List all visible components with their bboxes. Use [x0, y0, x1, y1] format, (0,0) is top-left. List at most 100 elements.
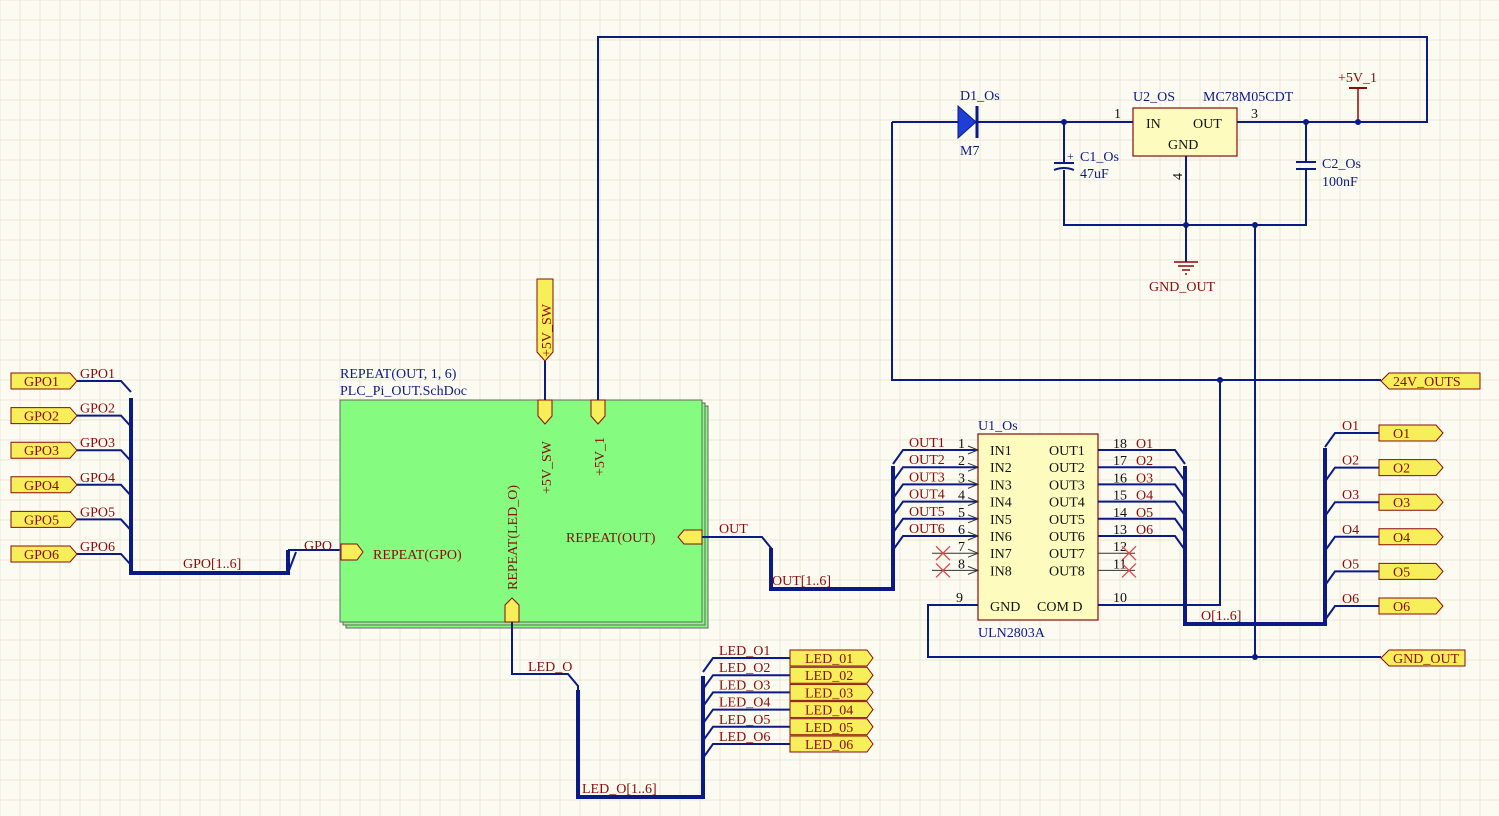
gpo-port-label-4: GPO4 [24, 479, 59, 494]
u2-pin-gnd: 4 [1171, 173, 1186, 180]
u1-o-net-label-6: O6 [1136, 523, 1153, 538]
led-net-label-4: LED_O4 [719, 696, 770, 711]
sheet-entry-out[interactable] [677, 529, 703, 545]
o-port-label-3: O3 [1393, 496, 1410, 511]
sheet-filename: PLC_Pi_OUT.SchDoc [340, 384, 467, 399]
led-port-label-6: LED_06 [805, 738, 853, 753]
o-net-label-2: O2 [1342, 454, 1359, 469]
u1-pin-label-out5: OUT5 [1049, 513, 1085, 528]
gpo-bus[interactable] [129, 398, 290, 575]
port-24v-label: 24V_OUTS [1393, 375, 1461, 390]
port-gnd-out[interactable]: GND_OUT [1380, 649, 1466, 667]
out-net-label-1: OUT1 [909, 436, 945, 451]
led-net-label-5: LED_O5 [719, 713, 770, 728]
gnd-symbol[interactable] [1174, 261, 1198, 275]
u1-pin-label-out3: OUT3 [1049, 478, 1085, 493]
led-port-label-4: LED_04 [805, 704, 853, 719]
u1-o-net-label-2: O2 [1136, 454, 1153, 469]
o-port-label-6: O6 [1393, 600, 1410, 615]
gpo-net-wire-1[interactable] [77, 380, 132, 393]
sheet-body[interactable] [339, 399, 703, 623]
port-5vsw-label: +5V_SW [540, 303, 555, 357]
d1-designator: D1_Os [960, 89, 1000, 104]
u1-pin-label-in5: IN5 [990, 513, 1012, 528]
o-port-label-4: O4 [1393, 531, 1410, 546]
sheet-entry-gpo-label: REPEAT(GPO) [373, 548, 462, 563]
schematic-canvas[interactable]: GPO1 GPO1 GPO2 GPO2 GPO3 GPO3 GPO4 GPO4 GPO5 GPO5… [0, 0, 1499, 816]
o-net-label-5: O5 [1342, 557, 1359, 572]
led-net-label-2: LED_O2 [719, 661, 770, 676]
gpo-port-label-1: GPO1 [24, 375, 59, 390]
led-net-label-6: LED_O6 [719, 730, 770, 745]
u1-pin-label-in8: IN8 [990, 564, 1012, 579]
wire-24v[interactable] [891, 122, 1381, 381]
u1-pin-label-out6: OUT6 [1049, 530, 1085, 545]
sheet-entry-led-label: REPEAT(LED_O) [506, 485, 521, 590]
o-port-3[interactable] [1378, 493, 1444, 511]
out-bus-label: OUT[1..6] [772, 574, 831, 589]
led-net-label: LED_O [528, 660, 572, 675]
o-port-5[interactable] [1378, 562, 1444, 580]
led-port-label-1: LED_01 [805, 652, 853, 667]
u1-uln2803a[interactable]: U1_Os ULN2803A IN1 1 IN2 2 IN3 3 IN4 4 IN5 5 IN6 6 I… [927, 380, 1381, 658]
u1-out-wire-6[interactable] [1098, 535, 1186, 551]
out-wire[interactable] [702, 536, 772, 551]
gpo-net-wire-4[interactable] [77, 483, 132, 497]
schematic-svg: GPO1GPO1GPO2GPO2GPO3GPO3GPO4GPO4GPO5GPO5… [0, 0, 1499, 816]
gpo-port-label-5: GPO5 [24, 513, 59, 528]
sheet-entry-out-label: REPEAT(OUT) [566, 531, 656, 546]
c2-value: 100nF [1322, 175, 1358, 190]
sheet-entry-5vsw-label: +5V_SW [540, 440, 555, 494]
port-gnd-out-label: GND_OUT [1393, 652, 1460, 667]
o-net-label-6: O6 [1342, 592, 1359, 607]
led-net-wire-6[interactable] [702, 743, 790, 759]
gpo-net-label-6: GPO6 [80, 540, 115, 555]
gpo-net-label-4: GPO4 [80, 471, 115, 486]
sheet-designator: REPEAT(OUT, 1, 6) [340, 367, 457, 382]
gpo-net-label-5: GPO5 [80, 505, 115, 520]
o-net-wire-6[interactable] [1324, 605, 1379, 621]
regulator-section: D1_Os M7 U2_OS MC78M05CDT IN OUT GND 1 3… [892, 71, 1377, 295]
d1-diode[interactable] [957, 104, 977, 140]
u1-pin-label-out8: OUT8 [1049, 564, 1085, 579]
u2-in-label: IN [1146, 117, 1161, 132]
gpo-net-wire-2[interactable] [77, 414, 132, 428]
out-net-label-5: OUT5 [909, 505, 945, 520]
o-port-2[interactable] [1378, 459, 1444, 477]
o-net-label-3: O3 [1342, 488, 1359, 503]
o-port-6[interactable] [1378, 597, 1444, 615]
u1-pin-label-in1: IN1 [990, 444, 1012, 459]
out-bus[interactable] [769, 466, 895, 591]
o-net-wire-5[interactable] [1324, 570, 1379, 586]
pwr-5v1-label: +5V_1 [1338, 71, 1377, 86]
u1-o-net-label-1: O1 [1136, 437, 1153, 452]
o-port-4[interactable] [1378, 528, 1444, 546]
o-net-wire-3[interactable] [1324, 501, 1379, 517]
led-port-label-5: LED_05 [805, 721, 853, 736]
o-net-wire-4[interactable] [1324, 535, 1379, 552]
out-net-label-4: OUT4 [909, 488, 945, 503]
u1-pin-label-out7: OUT7 [1049, 547, 1085, 562]
u1-o-net-label-5: O5 [1136, 506, 1153, 521]
u1-pin-num-1: 1 [958, 437, 965, 452]
gnd-symbol-label: GND_OUT [1149, 280, 1216, 295]
u1-pin-num-6: 6 [958, 523, 965, 538]
wire-5v1-loop[interactable] [597, 36, 1428, 400]
out-net-label-2: OUT2 [909, 453, 945, 468]
led-port-label-2: LED_02 [805, 669, 853, 684]
u1-pin-num-5: 5 [958, 506, 965, 521]
c2-designator: C2_Os [1322, 157, 1361, 172]
o-port-1[interactable] [1378, 424, 1444, 442]
sheet-symbol[interactable]: REPEAT(OUT, 1, 6) PLC_Pi_OUT.SchDoc REPE… [339, 367, 709, 629]
o-section: O[1..6] O1 O1 O2 O2 O3 O3 O4 O4 O5 O5 O6 O6 [1183, 419, 1444, 626]
out-net-wire-6[interactable] [892, 535, 978, 551]
c1-plus: + [1067, 149, 1074, 163]
u2-pin-in: 1 [1114, 107, 1121, 122]
u2-out-label: OUT [1193, 117, 1222, 132]
gpo-port-label-2: GPO2 [24, 410, 59, 425]
o-bus-label: O[1..6] [1201, 609, 1241, 624]
u2-pin-out: 3 [1251, 107, 1258, 122]
gpo-net-label-2: GPO2 [80, 402, 115, 417]
u1-com-num: 10 [1113, 591, 1127, 606]
gpo-net-wire-5[interactable] [77, 518, 132, 532]
